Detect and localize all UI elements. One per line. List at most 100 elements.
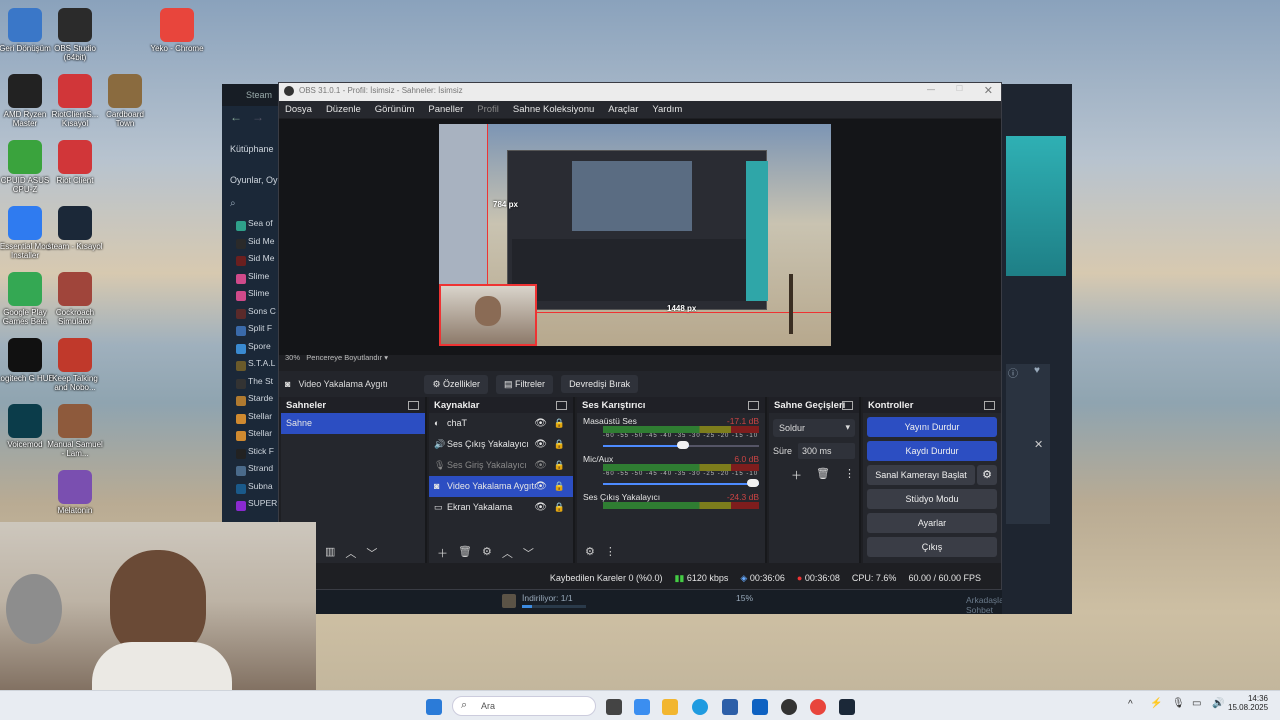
webcam-source[interactable] bbox=[439, 284, 537, 346]
down-icon[interactable]: ﹀ bbox=[366, 545, 377, 560]
volume-slider[interactable] bbox=[603, 479, 759, 489]
more-icon[interactable]: ⋮ bbox=[605, 545, 616, 559]
desktop-icon[interactable]: OBS Studio (64bit) bbox=[46, 8, 104, 62]
menu-item[interactable]: Araçlar bbox=[608, 104, 638, 115]
trash-icon[interactable]: 🗑 bbox=[816, 467, 830, 483]
game-name: Slime bbox=[248, 270, 270, 281]
steam-taskbar-icon[interactable] bbox=[839, 699, 855, 715]
lock-icon[interactable]: 🔒 bbox=[554, 439, 565, 450]
edge-icon[interactable] bbox=[692, 699, 708, 715]
desktop-icon[interactable]: Melatonin bbox=[46, 470, 104, 515]
volume-icon[interactable]: 🔊 bbox=[1212, 698, 1224, 709]
settings-button[interactable]: Ayarlar bbox=[867, 513, 997, 533]
mixer-footer: ⚙ ⋮ bbox=[577, 541, 765, 563]
minimize-icon[interactable]: — bbox=[927, 85, 935, 94]
close-icon[interactable]: ✕ bbox=[1034, 438, 1043, 451]
desktop-icon[interactable]: Riot Client bbox=[46, 140, 104, 185]
deactivate-button[interactable]: Devredişi Bırak bbox=[561, 375, 639, 393]
up-icon[interactable]: ︿ bbox=[345, 545, 356, 560]
copilot-icon[interactable] bbox=[634, 699, 650, 715]
scene-item[interactable]: Sahne bbox=[281, 413, 425, 434]
network-icon[interactable]: ▭ bbox=[1192, 698, 1201, 709]
gear-icon[interactable]: ⚙ bbox=[977, 465, 997, 485]
lock-icon[interactable]: 🔒 bbox=[554, 418, 565, 429]
slider-knob[interactable] bbox=[747, 479, 759, 487]
task-view-icon[interactable] bbox=[606, 699, 622, 715]
info-icon[interactable]: ⓘ bbox=[1008, 365, 1018, 380]
desktop-icon[interactable]: Manual Samuel - Lam... bbox=[46, 404, 104, 458]
trash-icon[interactable]: 🗑 bbox=[458, 545, 472, 559]
lock-icon[interactable]: 🔒 bbox=[554, 481, 565, 492]
games-filter-label[interactable]: Oyunlar, Oy bbox=[230, 175, 278, 185]
library-label[interactable]: Kütüphane bbox=[230, 144, 274, 154]
mic-icon[interactable]: 🎙 bbox=[1172, 698, 1185, 709]
menu-item[interactable]: Düzenle bbox=[326, 104, 361, 115]
slider-knob[interactable] bbox=[676, 441, 689, 449]
exit-button[interactable]: Çıkış bbox=[867, 537, 997, 557]
add-icon[interactable]: ＋ bbox=[437, 545, 448, 560]
menu-item[interactable]: Yardım bbox=[652, 104, 682, 115]
store-icon[interactable] bbox=[722, 699, 738, 715]
up-icon[interactable]: ︿ bbox=[502, 545, 513, 560]
desktop-icon[interactable]: Cockroach Simulator bbox=[46, 272, 104, 326]
close-icon[interactable]: ✕ bbox=[984, 84, 993, 97]
app-icon bbox=[58, 74, 92, 108]
source-item[interactable]: 🔊 Ses Çıkış Yakalayıcı 👁 🔒 bbox=[429, 434, 573, 455]
obs-taskbar-icon[interactable] bbox=[781, 699, 797, 715]
properties-button[interactable]: ⚙ Özellikler bbox=[424, 374, 489, 394]
eye-icon[interactable]: 👁 bbox=[534, 481, 547, 492]
meter-ticks: -60 -55 -50 -45 -40 -35 -30 -25 -20 -15 … bbox=[603, 433, 759, 439]
obs-preview[interactable]: 784 px 1448 px bbox=[279, 119, 1001, 355]
filter-icon[interactable]: ▥ bbox=[325, 545, 335, 559]
slider-fill bbox=[603, 483, 759, 485]
windows-start-icon[interactable] bbox=[426, 699, 442, 715]
eye-icon[interactable]: 👁 bbox=[534, 439, 547, 450]
menu-item[interactable]: Görünüm bbox=[375, 104, 415, 115]
more-icon[interactable]: ⋮ bbox=[844, 467, 855, 483]
eye-icon[interactable]: 👁 bbox=[534, 418, 547, 429]
stop-stream-button[interactable]: Yayını Durdur bbox=[867, 417, 997, 437]
fit-window-label[interactable]: Pencereye Boyutlandır bbox=[306, 353, 382, 362]
maximize-icon[interactable]: ☐ bbox=[956, 84, 963, 93]
desktop-icon[interactable]: Yeko - Chrome bbox=[148, 8, 206, 53]
clock[interactable]: 14:36 15.08.2025 bbox=[1228, 694, 1268, 712]
taskbar-search[interactable]: ⌕ Ara bbox=[452, 696, 596, 716]
desktop-icon[interactable]: steam - Kısayol bbox=[46, 206, 104, 251]
gear-icon[interactable]: ⚙ bbox=[482, 545, 492, 559]
heart-icon[interactable]: ♥ bbox=[1034, 365, 1040, 376]
stop-record-button[interactable]: Kaydı Durdur bbox=[867, 441, 997, 461]
source-item[interactable]: ▭ Ekran Yakalama 👁 🔒 bbox=[429, 497, 573, 518]
chrome-icon[interactable] bbox=[810, 699, 826, 715]
lock-icon[interactable]: 🔒 bbox=[554, 460, 565, 471]
volume-slider[interactable] bbox=[603, 441, 759, 451]
file-explorer-icon[interactable] bbox=[662, 699, 678, 715]
source-item[interactable]: ◙ Video Yakalama Aygıtı 👁 🔒 bbox=[429, 476, 573, 497]
chevron-up-icon[interactable]: ^ bbox=[1128, 699, 1133, 710]
menu-item[interactable]: Dosya bbox=[285, 104, 312, 115]
virtual-camera-button[interactable]: Sanal Kamerayı Başlat bbox=[867, 465, 975, 485]
filters-button[interactable]: ▤ Filtreler bbox=[496, 374, 554, 394]
source-item[interactable]: 🎙 Ses Giriş Yakalayıcı 👁 🔒 bbox=[429, 455, 573, 476]
eye-icon[interactable]: 👁 bbox=[534, 502, 547, 513]
desktop-icon[interactable]: Keep Talking and Nobo... bbox=[46, 338, 104, 392]
lock-icon[interactable]: 🔒 bbox=[554, 502, 565, 513]
menu-item[interactable]: Paneller bbox=[428, 104, 463, 115]
menu-item[interactable]: Profil bbox=[477, 104, 499, 115]
transition-select[interactable]: Soldur ▾ bbox=[773, 419, 855, 437]
add-icon[interactable]: ＋ bbox=[791, 467, 802, 483]
studio-mode-button[interactable]: Stüdyo Modu bbox=[867, 489, 997, 509]
outlook-icon[interactable] bbox=[752, 699, 768, 715]
gear-icon[interactable]: ⚙ bbox=[585, 545, 595, 559]
source-item[interactable]: ◐ chaT 👁 🔒 bbox=[429, 413, 573, 434]
down-icon[interactable]: ﹀ bbox=[523, 545, 534, 560]
desktop-icon[interactable]: Cardboard Town bbox=[96, 74, 154, 128]
eye-icon[interactable]: 👁 bbox=[534, 460, 547, 471]
download-status[interactable]: İndiriliyor: 1/1 bbox=[522, 593, 573, 603]
duration-input[interactable]: 300 ms bbox=[798, 443, 855, 459]
forward-arrow-icon[interactable]: → bbox=[252, 110, 264, 124]
menu-item[interactable]: Sahne Koleksiyonu bbox=[513, 104, 594, 115]
back-arrow-icon[interactable]: ← bbox=[230, 110, 242, 124]
search-icon[interactable]: ⌕ bbox=[230, 198, 236, 209]
wifi-off-icon[interactable]: ⚡ bbox=[1150, 698, 1162, 709]
record-time: ● 00:36:08 bbox=[797, 573, 840, 583]
